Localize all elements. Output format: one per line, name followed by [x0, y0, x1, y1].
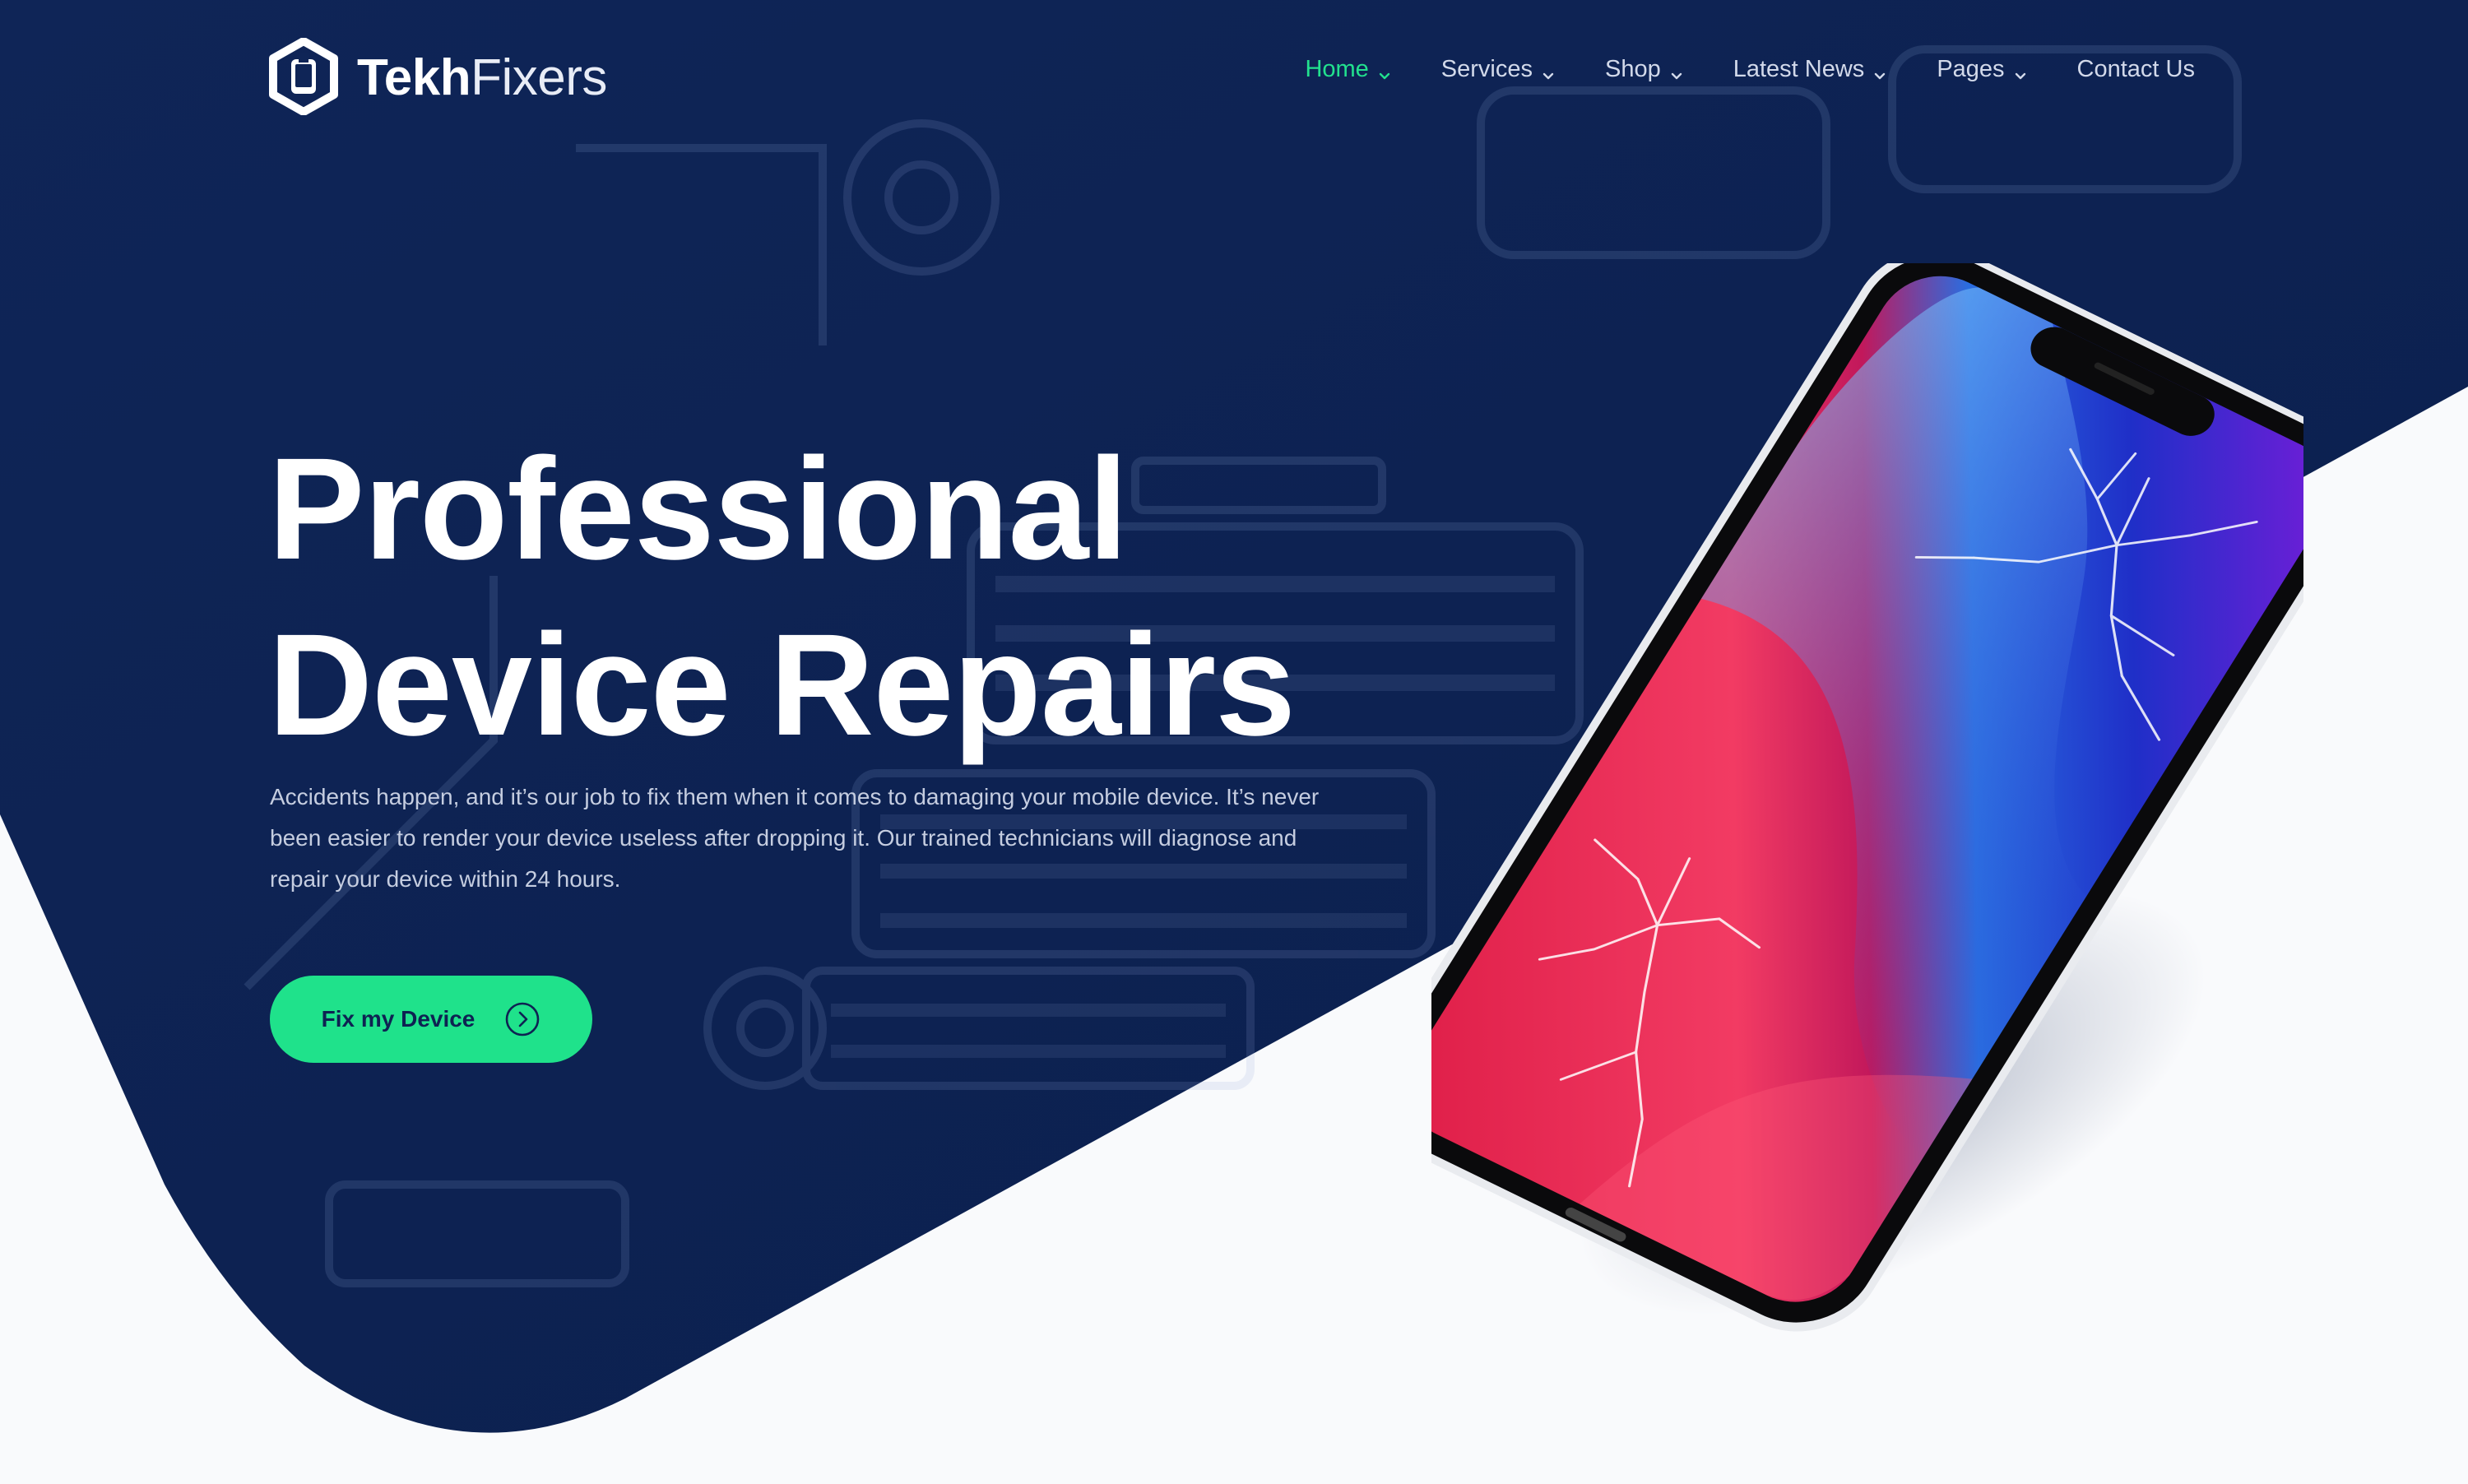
- nav-item-shop[interactable]: Shop: [1605, 56, 1684, 83]
- brand-logo[interactable]: TekhFixers: [268, 36, 607, 119]
- nav-item-label: Services: [1440, 56, 1533, 82]
- nav-item-label: Contact Us: [2076, 56, 2195, 82]
- hero-title-line-1: Professional: [268, 429, 1128, 590]
- brand-name-light: Fixers: [471, 49, 607, 106]
- wrench-phone-icon: [268, 36, 339, 119]
- hero-description: Accidents happen, and it’s our job to fi…: [270, 784, 1320, 892]
- brand-name-bold: Tekh: [357, 49, 471, 106]
- chevron-down-icon: [1872, 63, 1887, 79]
- nav-item-label: Latest News: [1733, 56, 1865, 82]
- hero-title-line-2: Device Repairs: [268, 605, 1296, 766]
- brand-name: TekhFixers: [357, 53, 607, 104]
- nav-item-label: Shop: [1605, 56, 1661, 82]
- main-nav: Home Services Shop Latest News Pages Con…: [1255, 56, 2195, 83]
- nav-item-latest-news[interactable]: Latest News: [1733, 56, 1888, 83]
- chevron-right-circle-icon: [504, 1001, 540, 1037]
- chevron-down-icon: [1377, 63, 1392, 79]
- nav-item-pages[interactable]: Pages: [1937, 56, 2027, 83]
- cta-label: Fix my Device: [321, 1006, 476, 1032]
- hero-title: Professional Device Repairs: [268, 421, 1296, 773]
- landing-page: TekhFixers Home Services Shop Latest New…: [0, 0, 2468, 1484]
- chevron-down-icon: [2013, 63, 2028, 79]
- nav-item-contact-us[interactable]: Contact Us: [2077, 56, 2195, 83]
- nav-item-label: Pages: [1937, 56, 2005, 82]
- chevron-down-icon: [1669, 63, 1684, 79]
- cracked-smartphone-illustration: [1431, 263, 2303, 1332]
- nav-item-services[interactable]: Services: [1441, 56, 1556, 83]
- chevron-down-icon: [1541, 63, 1556, 79]
- fix-my-device-button[interactable]: Fix my Device: [270, 976, 592, 1063]
- site-header: TekhFixers Home Services Shop Latest New…: [0, 0, 2468, 156]
- nav-item-label: Home: [1305, 56, 1369, 82]
- nav-item-home[interactable]: Home: [1305, 56, 1391, 83]
